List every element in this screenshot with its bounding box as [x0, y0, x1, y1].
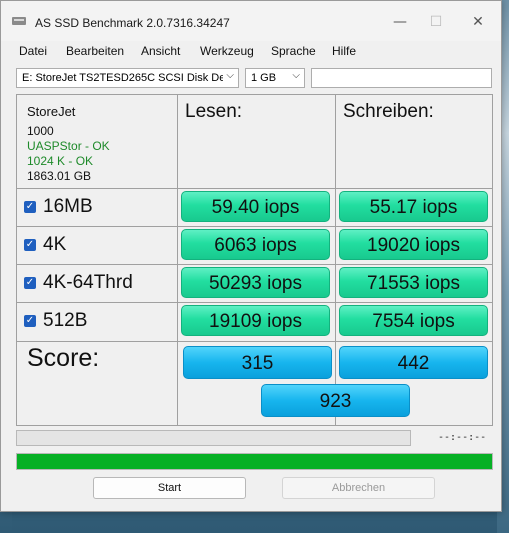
drive-name: StoreJet	[27, 104, 76, 119]
minimize-button[interactable]: —	[385, 11, 415, 33]
grid-divider	[17, 226, 492, 227]
drive-select-value: E: StoreJet TS2TESD265C SCSI Disk De	[22, 72, 226, 84]
read-column-header: Lesen:	[185, 101, 243, 122]
checkbox-512b[interactable]: ✓	[24, 315, 36, 327]
as-ssd-window: AS SSD Benchmark 2.0.7316.34247 — ☐ ✕ Da…	[0, 0, 502, 512]
menu-bearbeiten[interactable]: Bearbeiten	[66, 44, 124, 58]
total-score: 923	[261, 384, 410, 417]
menu-sprache[interactable]: Sprache	[271, 44, 316, 58]
write-result-4k-64thrd: 71553 iops	[339, 267, 488, 298]
read-result-16mb: 59.40 iops	[181, 191, 330, 222]
close-button[interactable]: ✕	[463, 11, 493, 33]
row-label-4k: 4K	[43, 234, 67, 255]
size-select[interactable]: 1 GB ⌵	[245, 68, 305, 88]
overall-progress-fill	[17, 454, 492, 469]
read-result-4k-64thrd: 50293 iops	[181, 267, 330, 298]
menu-ansicht[interactable]: Ansicht	[141, 44, 180, 58]
overall-progress-bar	[16, 453, 493, 470]
alignment-status: 1024 K - OK	[27, 154, 94, 168]
chevron-down-icon: ⌵	[292, 70, 300, 81]
grid-divider	[17, 341, 492, 342]
write-score: 442	[339, 346, 488, 379]
score-label: Score:	[27, 344, 100, 372]
elapsed-time: --:--:--	[438, 432, 487, 443]
driver-status: UASPStor - OK	[27, 139, 110, 153]
menu-werkzeug[interactable]: Werkzeug	[200, 44, 254, 58]
title-bar[interactable]: AS SSD Benchmark 2.0.7316.34247 — ☐ ✕	[1, 1, 501, 41]
drive-select[interactable]: E: StoreJet TS2TESD265C SCSI Disk De ⌵	[16, 68, 239, 88]
menu-datei[interactable]: Datei	[19, 44, 47, 58]
drive-capacity: 1863.01 GB	[27, 169, 92, 183]
menu-hilfe[interactable]: Hilfe	[332, 44, 356, 58]
current-progress-bar	[16, 430, 411, 446]
info-text-field[interactable]	[311, 68, 492, 88]
grid-divider	[17, 188, 492, 189]
window-title: AS SSD Benchmark 2.0.7316.34247	[35, 16, 230, 30]
results-grid: StoreJet 1000 UASPStor - OK 1024 K - OK …	[16, 94, 493, 426]
size-select-value: 1 GB	[251, 72, 277, 84]
drive-firmware: 1000	[27, 124, 54, 138]
grid-divider	[335, 95, 336, 425]
grid-divider	[177, 95, 178, 425]
write-result-512b: 7554 iops	[339, 305, 488, 336]
row-label-4k-64thrd: 4K-64Thrd	[43, 272, 133, 293]
row-label-512b: 512B	[43, 310, 88, 331]
app-drive-icon	[12, 17, 26, 25]
grid-divider	[17, 302, 492, 303]
checkbox-4k-64thrd[interactable]: ✓	[24, 277, 36, 289]
cancel-button[interactable]: Abbrechen	[282, 477, 435, 499]
write-result-16mb: 55.17 iops	[339, 191, 488, 222]
checkbox-16mb[interactable]: ✓	[24, 201, 36, 213]
grid-divider	[17, 264, 492, 265]
maximize-button[interactable]: ☐	[421, 11, 451, 33]
read-score: 315	[183, 346, 332, 379]
write-column-header: Schreiben:	[343, 101, 434, 122]
start-button[interactable]: Start	[93, 477, 246, 499]
checkbox-4k[interactable]: ✓	[24, 239, 36, 251]
write-result-4k: 19020 iops	[339, 229, 488, 260]
row-label-16mb: 16MB	[43, 196, 93, 217]
chevron-down-icon: ⌵	[223, 70, 234, 81]
read-result-512b: 19109 iops	[181, 305, 330, 336]
read-result-4k: 6063 iops	[181, 229, 330, 260]
